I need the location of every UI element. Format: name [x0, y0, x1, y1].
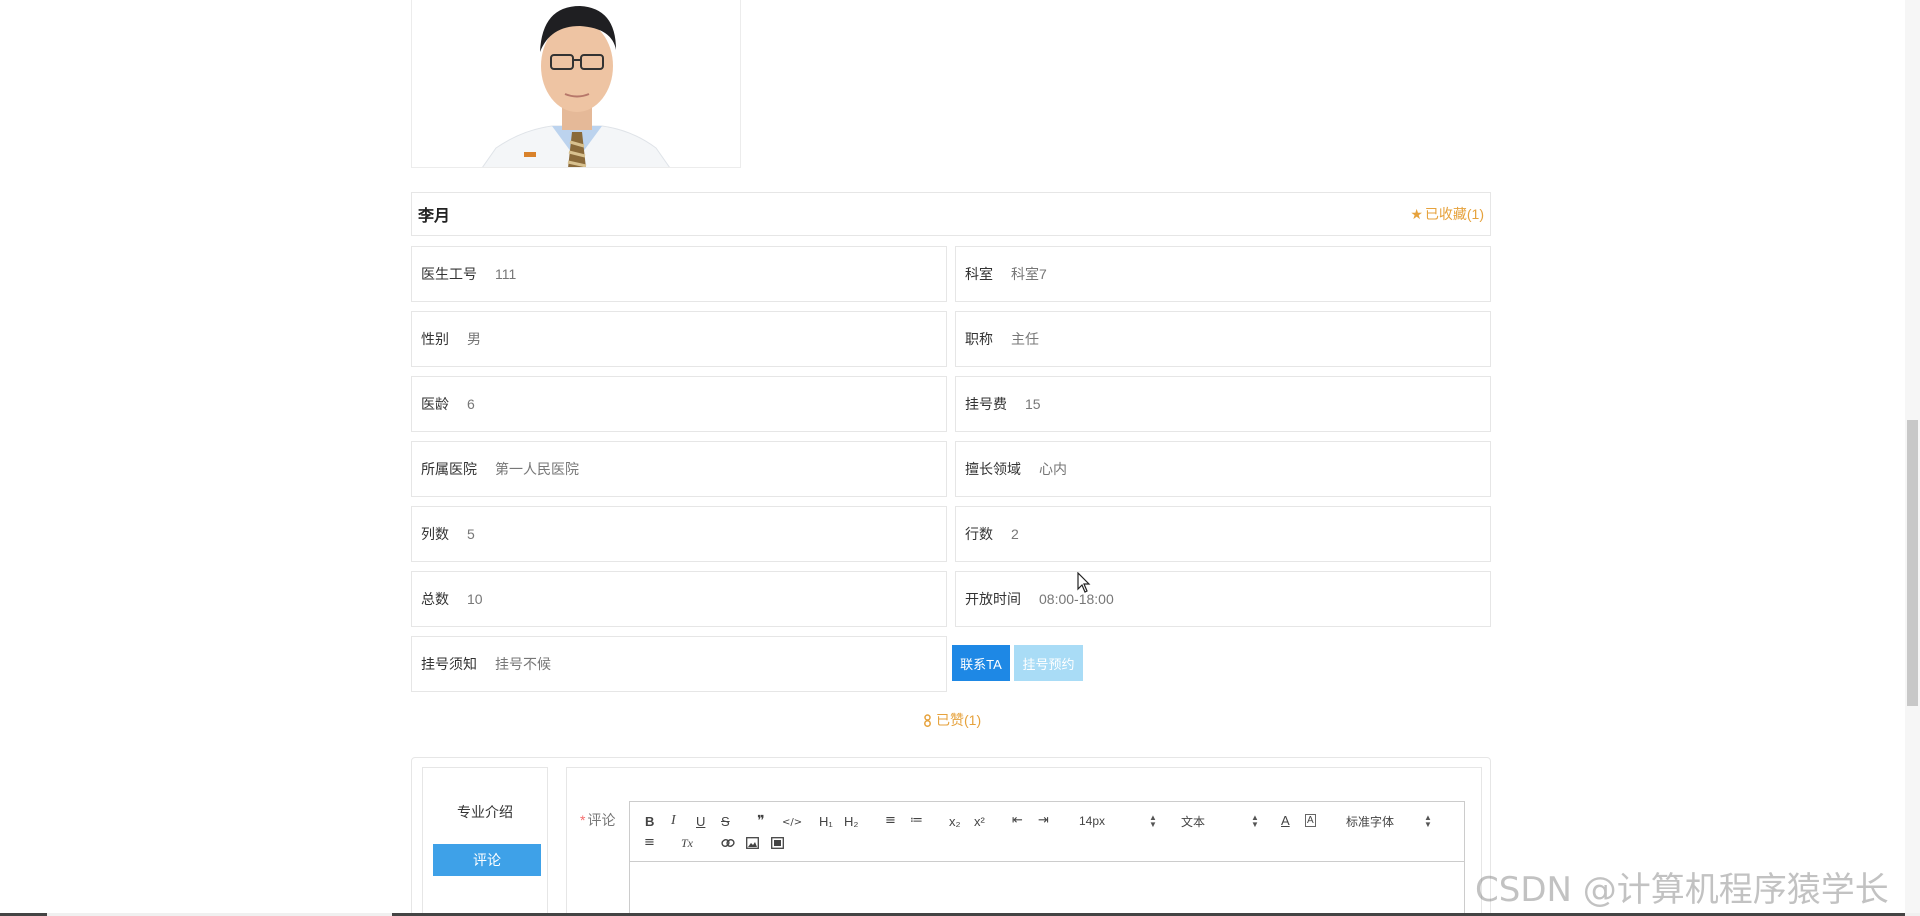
- field-label: 开放时间: [965, 591, 1021, 607]
- ordered-list-button[interactable]: ≡: [885, 814, 896, 828]
- like-label: 已赞(1): [936, 712, 982, 728]
- tab-sidebar: 专业介绍 评论: [422, 767, 548, 916]
- image-icon[interactable]: [746, 837, 759, 849]
- field-label: 职称: [965, 331, 993, 347]
- align-button[interactable]: ≡: [644, 836, 655, 850]
- field-value: 5: [467, 526, 475, 542]
- clean-format-button[interactable]: Tx: [681, 836, 693, 850]
- field-label: 挂号费: [965, 396, 1007, 412]
- outdent-button[interactable]: ⇤: [1012, 814, 1023, 828]
- field-experience: 医龄 6: [411, 376, 947, 432]
- field-label: 总数: [421, 591, 449, 607]
- field-value: 15: [1025, 396, 1041, 412]
- field-value: 2: [1011, 526, 1019, 542]
- like-button[interactable]: 已赞(1): [922, 710, 981, 730]
- field-value: 男: [467, 331, 481, 347]
- field-value: 主任: [1011, 331, 1039, 347]
- blockquote-button[interactable]: ❞: [757, 814, 765, 828]
- book-appointment-button[interactable]: 挂号预约: [1014, 645, 1083, 681]
- field-hospital: 所属医院 第一人民医院: [411, 441, 947, 497]
- font-size-value: 14px: [1079, 814, 1106, 828]
- field-value: 第一人民医院: [495, 461, 579, 477]
- field-specialty: 擅长领域 心内: [955, 441, 1491, 497]
- star-icon: ★: [1410, 205, 1423, 222]
- thumbs-up-icon: [924, 713, 931, 727]
- h1-button[interactable]: H₁: [819, 815, 833, 829]
- link-icon[interactable]: [721, 837, 735, 849]
- field-label: 医生工号: [421, 266, 477, 282]
- header-value: 文本: [1181, 814, 1206, 829]
- field-label: 行数: [965, 526, 993, 542]
- doctor-header: 李月 ★ 已收藏(1): [411, 192, 1491, 236]
- field-open-hours: 开放时间 08:00-18:00: [955, 571, 1491, 627]
- mouse-cursor-icon: [1077, 572, 1091, 593]
- italic-button[interactable]: I: [671, 814, 676, 828]
- field-label: 擅长领域: [965, 461, 1021, 477]
- superscript-button[interactable]: x²: [974, 815, 985, 829]
- chevron-down-icon: ▼: [1424, 820, 1432, 829]
- field-label: 所属医院: [421, 461, 477, 477]
- doctor-name: 李月: [418, 208, 451, 225]
- rich-text-editor[interactable]: B I U S ❞ </> H₁ H₂ ≡ ≔ x₂ x² ⇤ ⇥ 14px ▲…: [629, 801, 1465, 916]
- h2-button[interactable]: H₂: [844, 815, 858, 829]
- field-columns: 列数 5: [411, 506, 947, 562]
- scrollbar-thumb[interactable]: [1907, 420, 1918, 706]
- text-color-button[interactable]: A: [1281, 814, 1290, 828]
- bullet-list-button[interactable]: ≔: [910, 814, 923, 828]
- comment-label: * 评论: [580, 810, 615, 830]
- indent-button[interactable]: ⇥: [1038, 814, 1049, 828]
- favorite-button[interactable]: ★ 已收藏(1): [1410, 204, 1484, 224]
- chevron-down-icon: ▼: [1149, 820, 1157, 829]
- code-button[interactable]: </>: [782, 816, 802, 830]
- field-value: 科室7: [1011, 266, 1047, 282]
- field-total: 总数 10: [411, 571, 947, 627]
- page: 李月 ★ 已收藏(1) 医生工号 111 科室 科室7 性别 男 职称 主任 医…: [0, 0, 1920, 916]
- contact-button[interactable]: 联系TA: [952, 645, 1010, 681]
- field-value: 挂号不候: [495, 656, 551, 672]
- watermark: CSDN @计算机程序猿学长: [1475, 870, 1889, 910]
- bold-button[interactable]: B: [645, 815, 654, 829]
- strike-button[interactable]: S: [721, 815, 730, 829]
- field-value: 心内: [1039, 461, 1067, 477]
- font-size-select[interactable]: 14px ▲ ▼: [1079, 814, 1157, 829]
- tab-intro[interactable]: 专业介绍: [423, 802, 547, 822]
- field-value: 6: [467, 396, 475, 412]
- field-fee: 挂号费 15: [955, 376, 1491, 432]
- field-label: 性别: [421, 331, 449, 347]
- background-color-button[interactable]: A: [1305, 814, 1316, 827]
- field-label: 医龄: [421, 396, 449, 412]
- chevron-down-icon: ▼: [1251, 820, 1259, 829]
- field-label: 挂号须知: [421, 656, 477, 672]
- font-family-value: 标准字体: [1346, 814, 1395, 829]
- field-doctor-id: 医生工号 111: [411, 246, 947, 302]
- field-value: 111: [495, 266, 517, 282]
- field-title: 职称 主任: [955, 311, 1491, 367]
- header-select[interactable]: 文本 ▲ ▼: [1181, 814, 1259, 829]
- favorite-label: 已收藏(1): [1424, 206, 1484, 222]
- underline-button[interactable]: U: [696, 815, 705, 829]
- comment-label-text: 评论: [587, 812, 616, 828]
- required-mark: *: [580, 812, 586, 828]
- subscript-button[interactable]: x₂: [949, 815, 961, 829]
- field-label: 列数: [421, 526, 449, 542]
- field-notice: 挂号须知 挂号不候: [411, 636, 947, 692]
- field-gender: 性别 男: [411, 311, 947, 367]
- field-value: 10: [467, 591, 483, 607]
- editor-toolbar: B I U S ❞ </> H₁ H₂ ≡ ≔ x₂ x² ⇤ ⇥ 14px ▲…: [630, 802, 1464, 862]
- font-family-select[interactable]: 标准字体 ▲ ▼: [1346, 814, 1432, 829]
- field-rows: 行数 2: [955, 506, 1491, 562]
- field-department: 科室 科室7: [955, 246, 1491, 302]
- video-icon[interactable]: [771, 837, 784, 849]
- tab-comment[interactable]: 评论: [433, 844, 541, 876]
- doctor-photo: [411, 0, 741, 168]
- field-label: 科室: [965, 266, 993, 282]
